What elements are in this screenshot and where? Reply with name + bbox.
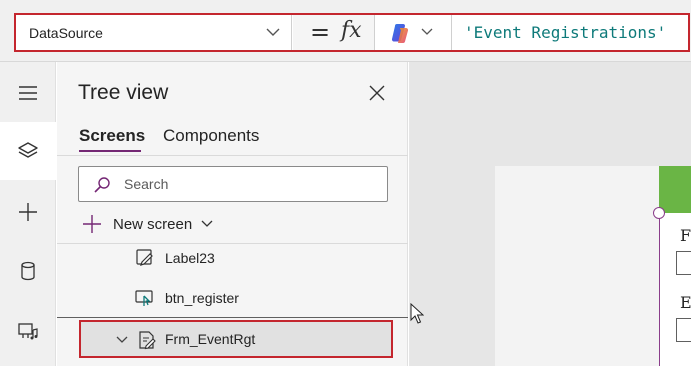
formula-function-area[interactable]: = fx xyxy=(293,15,375,50)
new-screen-label: New screen xyxy=(113,215,193,233)
tree-view-panel: Tree view Screens Components New screen … xyxy=(57,62,408,366)
divider xyxy=(57,243,408,244)
tab-components[interactable]: Components xyxy=(163,126,259,146)
formula-bar: DataSource = fx 'Event Registrations' xyxy=(0,0,691,62)
formula-bar-frame: DataSource = fx 'Event Registrations' xyxy=(14,13,690,52)
close-icon[interactable] xyxy=(366,82,388,104)
screen-header-bar xyxy=(659,166,691,213)
tree-node-label: Label23 xyxy=(165,250,215,266)
tree-node-label: btn_register xyxy=(165,290,239,306)
formula-input[interactable]: 'Event Registrations' xyxy=(464,15,688,50)
chevron-down-icon[interactable] xyxy=(115,333,129,347)
tree-node-label23[interactable]: Label23 xyxy=(135,246,215,270)
chevron-down-icon xyxy=(266,28,280,36)
form-field-input[interactable] xyxy=(676,251,691,275)
database-icon xyxy=(21,261,35,281)
rail-insert-button[interactable] xyxy=(0,183,56,241)
divider xyxy=(57,317,408,318)
media-icon xyxy=(18,323,38,340)
left-rail xyxy=(0,62,56,366)
new-screen-button[interactable]: New screen xyxy=(81,212,214,236)
tree-node-btn-register[interactable]: btn_register xyxy=(135,286,239,310)
equals-sign: = xyxy=(310,18,331,46)
property-dropdown-value: DataSource xyxy=(29,24,103,41)
divider xyxy=(57,155,408,156)
rail-tree-view-button[interactable] xyxy=(0,122,56,180)
button-icon xyxy=(135,290,153,306)
rail-data-button[interactable] xyxy=(0,242,56,300)
fx-icon[interactable]: fx xyxy=(341,18,362,43)
form-field-input[interactable] xyxy=(676,318,691,342)
copilot-button[interactable] xyxy=(376,15,452,50)
copilot-icon xyxy=(391,24,409,44)
design-canvas[interactable]: F E xyxy=(409,62,691,366)
tree-node-label: Frm_EventRgt xyxy=(165,331,256,347)
chevron-down-icon xyxy=(421,28,433,35)
resize-handle[interactable] xyxy=(653,207,665,219)
form-icon xyxy=(139,331,156,350)
search-box xyxy=(78,166,388,202)
rail-media-button[interactable] xyxy=(0,302,56,360)
tab-screens[interactable]: Screens xyxy=(79,126,145,146)
plus-icon xyxy=(19,203,37,221)
property-dropdown[interactable]: DataSource xyxy=(16,15,292,50)
form-field-label: E xyxy=(680,293,691,312)
chevron-down-icon xyxy=(201,220,213,227)
search-icon xyxy=(94,177,110,193)
label-icon xyxy=(136,249,153,266)
rail-menu-button[interactable] xyxy=(0,64,56,122)
form-field-label: F xyxy=(680,226,691,245)
hamburger-icon xyxy=(19,86,37,100)
tree-node-frm-eventrgt[interactable]: Frm_EventRgt xyxy=(79,320,393,358)
plus-icon xyxy=(83,215,101,233)
layers-icon xyxy=(18,142,38,158)
search-input[interactable] xyxy=(124,174,374,194)
panel-title: Tree view xyxy=(78,81,169,104)
mouse-cursor-icon xyxy=(410,303,424,324)
active-tab-indicator xyxy=(79,150,141,152)
